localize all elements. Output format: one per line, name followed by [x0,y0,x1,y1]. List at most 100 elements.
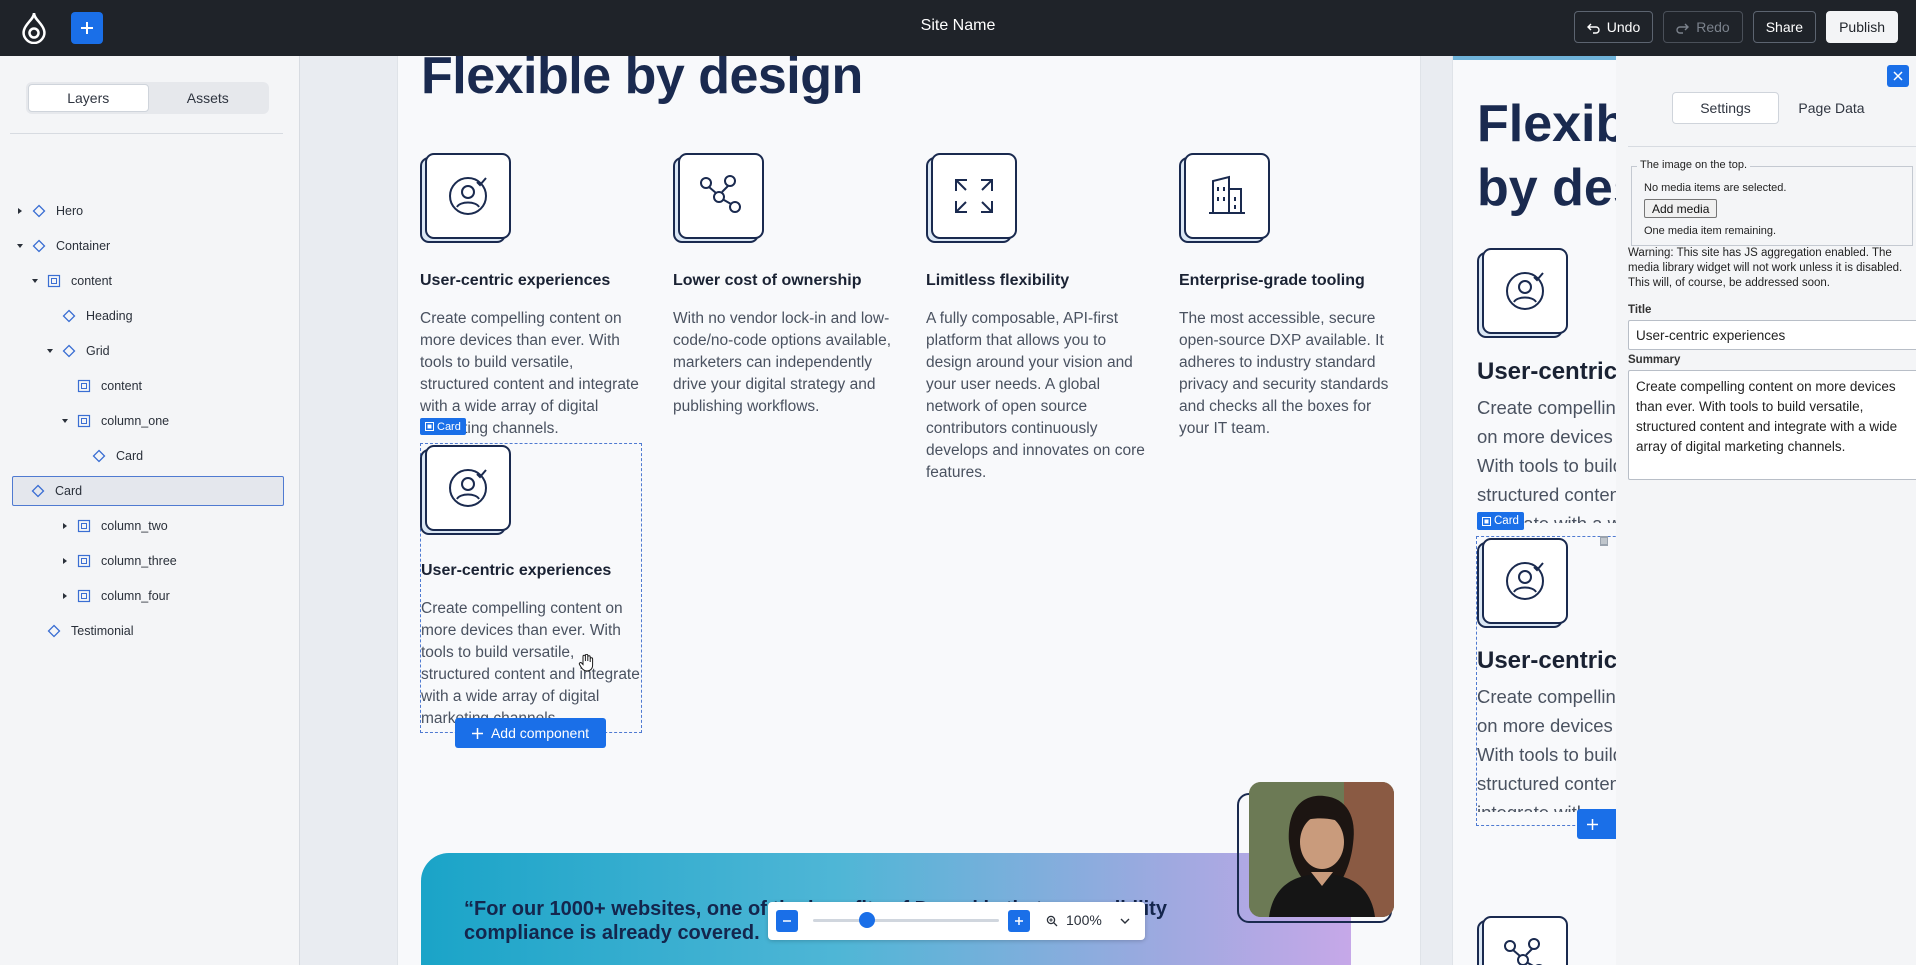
settings-tabs: Settings Page Data [1672,92,1884,124]
media-remaining-text: One media item remaining. [1644,225,1777,237]
user-check-icon [1477,248,1568,338]
layer-item[interactable]: content [59,371,142,401]
close-icon [1893,71,1903,81]
card-selection-tag[interactable]: Card [420,418,466,435]
preview-card-tag: Card [1477,512,1524,530]
tab-assets[interactable]: Assets [149,84,268,112]
section-heading[interactable]: Flexible by design [421,56,863,106]
caret-down-icon[interactable] [44,345,56,357]
drupal-logo-icon[interactable] [20,12,48,44]
component-diamond-icon [32,204,46,218]
component-diamond-icon [62,309,76,323]
preview-add-button[interactable] [1577,809,1616,839]
nodes-icon [673,153,764,243]
zoom-out-button[interactable] [776,910,798,932]
redo-button[interactable]: Redo [1663,11,1743,43]
layer-item[interactable]: Hero [14,196,83,226]
close-panel-button[interactable] [1887,65,1909,87]
preview-card-title: User-centric experiences [1477,358,1616,385]
feature-title: Enterprise-grade tooling [1179,272,1365,289]
tab-settings[interactable]: Settings [1672,92,1779,124]
layer-item[interactable]: Card [12,476,284,506]
plus-icon [1587,818,1598,830]
preview-tag-label: Card [1494,515,1519,527]
layer-item-label: Testimonial [71,624,134,638]
slot-square-icon [77,554,91,568]
title-field[interactable] [1628,320,1916,350]
layer-item-label: content [71,274,113,288]
caret-spacer [13,485,25,497]
undo-button[interactable]: Undo [1573,11,1654,43]
preview-selected-card[interactable]: User-centric experiences Create compelli… [1476,536,1616,826]
layer-item[interactable]: Card [74,441,143,471]
zoom-slider-track[interactable] [813,919,999,922]
user-check-icon [420,153,511,243]
layer-item[interactable]: column_four [59,581,170,611]
layer-item-label: column_two [101,519,168,533]
zoom-level[interactable]: 100% [1066,912,1102,928]
layers-panel: Layers Assets Hero Container content Headin… [0,56,300,965]
hand-cursor-icon [578,654,594,672]
slot-square-icon [77,519,91,533]
component-diamond-icon [62,344,76,358]
slot-square-icon [77,589,91,603]
chevron-down-icon[interactable] [1120,917,1130,925]
layer-item-label: column_four [101,589,170,603]
divider [1628,146,1916,147]
feature-card[interactable]: Lower cost of ownership With no vendor lo… [673,153,898,483]
caret-right-icon[interactable] [14,205,26,217]
feature-body: With no vendor lock-in and low-code/no-c… [673,310,892,415]
layer-item[interactable]: column_two [59,511,168,541]
add-media-button[interactable]: Add media [1644,199,1718,218]
share-button[interactable]: Share [1752,11,1817,43]
zoom-slider-thumb[interactable] [858,912,875,928]
tab-page-data[interactable]: Page Data [1779,92,1884,124]
layer-item[interactable]: Grid [44,336,110,366]
feature-title: User-centric experiences [420,272,611,289]
feature-title: Limitless flexibility [926,272,1070,289]
feature-card[interactable]: Enterprise-grade tooling The most accessi… [1179,153,1404,483]
panel-tabs: Layers Assets [26,82,269,114]
layer-item[interactable]: Testimonial [29,616,134,646]
publish-button[interactable]: Publish [1826,11,1898,43]
caret-spacer [59,380,71,392]
layer-item[interactable]: Container [14,231,110,261]
resize-handle-icon[interactable] [1600,536,1608,546]
layer-item[interactable]: content [29,266,112,296]
add-button[interactable] [71,12,103,44]
caret-spacer [74,450,86,462]
layer-item-label: Card [116,449,144,463]
caret-down-icon[interactable] [14,240,26,252]
feature-card[interactable]: Limitless flexibility A fully composable,… [926,153,1151,483]
tab-layers[interactable]: Layers [28,84,149,112]
layer-item-label: Grid [86,344,110,358]
title-label: Title [1628,304,1652,316]
feature-title: Lower cost of ownership [673,272,862,289]
plus-icon [81,22,93,34]
layer-item-label: column_one [101,414,170,428]
undo-icon [1586,23,1600,34]
caret-down-icon[interactable] [59,415,71,427]
preview-selected-body: Create compelling content on more device… [1477,686,1616,812]
caret-right-icon[interactable] [59,590,71,602]
caret-right-icon[interactable] [59,520,71,532]
layer-item[interactable]: column_three [59,546,177,576]
selected-card[interactable]: User-centric experiences Create compelli… [420,443,642,733]
add-component-button[interactable]: Add component [455,718,606,748]
slot-square-icon [77,414,91,428]
card-body: Create compelling content on more device… [421,600,640,727]
caret-down-icon[interactable] [29,275,41,287]
image-legend: The image on the top. [1637,159,1751,171]
preview-selected-title: User-centric experiences [1477,647,1616,674]
card-tag-label: Card [437,420,461,433]
component-square-icon [1482,516,1491,526]
layer-item[interactable]: Heading [44,301,133,331]
summary-field[interactable]: Create compelling content on more device… [1628,370,1916,480]
layer-item[interactable]: column_one [59,406,169,436]
layer-item-label: content [101,379,143,393]
add-component-label: Add component [490,725,590,741]
divider [10,133,283,134]
zoom-in-button[interactable] [1008,910,1030,932]
layer-item-label: Card [55,484,83,498]
caret-right-icon[interactable] [59,555,71,567]
